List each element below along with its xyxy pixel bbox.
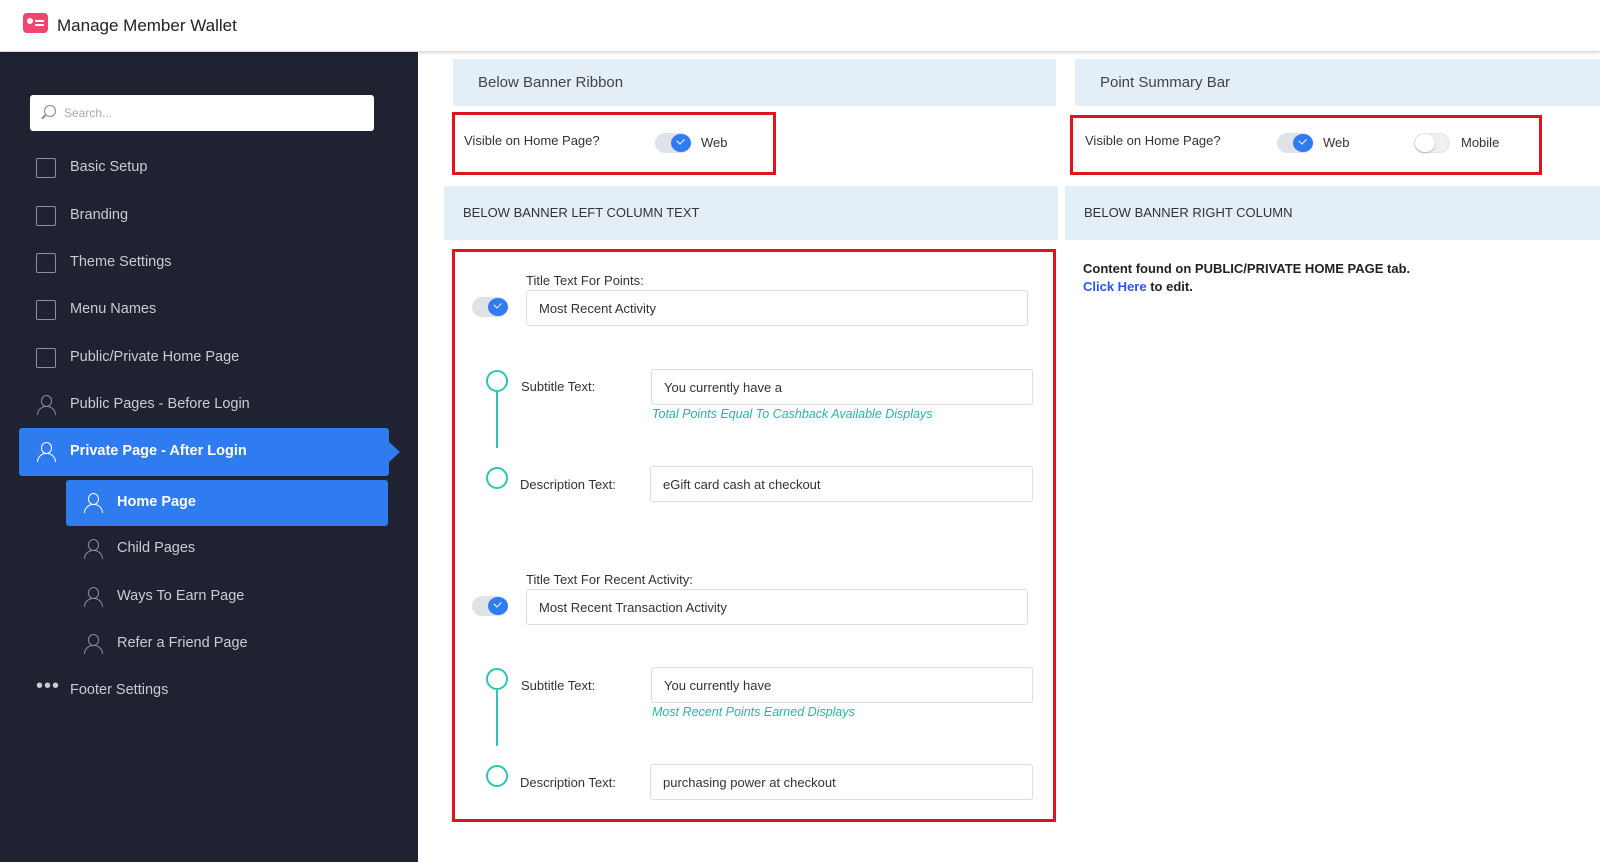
person-icon xyxy=(36,395,56,415)
sidebar-item-ways-to-earn[interactable]: Ways To Earn Page xyxy=(0,577,418,617)
visible-on-home-page-label: Visible on Home Page? xyxy=(1085,133,1221,148)
web-toggle[interactable] xyxy=(655,133,691,153)
description-label: Description Text: xyxy=(520,477,616,492)
sliders-icon xyxy=(36,158,56,178)
person-icon xyxy=(83,539,103,559)
sidebar-item-basic-setup[interactable]: Basic Setup xyxy=(0,148,418,188)
subtitle-label: Subtitle Text: xyxy=(521,678,596,693)
search-icon xyxy=(44,105,56,117)
description-label: Description Text: xyxy=(520,775,616,790)
sidebar-item-child-pages[interactable]: Child Pages xyxy=(0,529,418,569)
person-icon xyxy=(83,587,103,607)
top-bar: Manage Member Wallet xyxy=(0,0,1600,52)
description-input[interactable]: eGift card cash at checkout xyxy=(650,466,1033,502)
toggle-knob xyxy=(1415,134,1435,152)
subtitle-label: Subtitle Text: xyxy=(521,379,596,394)
sidebar-item-label: Private Page - After Login xyxy=(70,443,247,459)
sidebar-item-footer-settings[interactable]: ••• Footer Settings xyxy=(0,671,418,711)
sidebar-item-public-private-home-page[interactable]: Public/Private Home Page xyxy=(0,338,418,378)
visible-on-home-page-label: Visible on Home Page? xyxy=(464,133,600,148)
sidebar-item-refer-a-friend[interactable]: Refer a Friend Page xyxy=(0,624,418,664)
title-recent-toggle[interactable] xyxy=(472,596,508,616)
frame-icon xyxy=(36,206,56,226)
section-title: BELOW BANNER LEFT COLUMN TEXT xyxy=(463,205,700,220)
search-input[interactable] xyxy=(64,95,364,131)
timeline-node xyxy=(486,370,508,392)
title-points-label: Title Text For Points: xyxy=(526,273,644,288)
title-recent-input[interactable]: Most Recent Transaction Activity xyxy=(526,589,1028,625)
description-input[interactable]: purchasing power at checkout xyxy=(650,764,1033,800)
sidebar-item-label: Basic Setup xyxy=(70,159,148,175)
section-title: BELOW BANNER RIGHT COLUMN xyxy=(1084,205,1293,220)
sidebar-item-menu-names[interactable]: Menu Names xyxy=(0,290,418,330)
subtitle-input[interactable]: You currently have xyxy=(651,667,1033,703)
sidebar-item-label: Child Pages xyxy=(117,540,196,556)
check-icon xyxy=(671,134,691,152)
sidebar-item-label: Menu Names xyxy=(70,301,157,317)
timeline-node xyxy=(486,467,508,489)
timeline-node xyxy=(486,668,508,690)
web-toggle[interactable] xyxy=(1277,133,1313,153)
timeline-node xyxy=(486,765,508,787)
sidebar-item-public-pages[interactable]: Public Pages - Before Login xyxy=(0,385,418,425)
person-icon xyxy=(83,493,103,513)
timeline-connector xyxy=(496,392,498,448)
title-points-input[interactable]: Most Recent Activity xyxy=(526,290,1028,326)
web-label: Web xyxy=(1323,135,1350,150)
search-box[interactable] xyxy=(30,95,374,131)
check-icon xyxy=(488,298,508,316)
mobile-toggle[interactable] xyxy=(1414,133,1450,153)
right-column-content-text: Content found on PUBLIC/PRIVATE HOME PAG… xyxy=(1083,261,1411,276)
person-icon xyxy=(36,442,56,462)
more-dots-icon: ••• xyxy=(36,675,61,697)
sidebar-item-label: Public Pages - Before Login xyxy=(70,396,250,412)
section-title: Below Banner Ribbon xyxy=(478,74,624,91)
below-banner-ribbon-header: Below Banner Ribbon xyxy=(453,59,1056,106)
timeline-connector xyxy=(496,690,498,746)
sidebar-item-theme-settings[interactable]: Theme Settings xyxy=(0,243,418,283)
mobile-label: Mobile xyxy=(1461,135,1500,150)
laptop-icon xyxy=(36,253,56,273)
sidebar-item-label: Home Page xyxy=(117,494,196,510)
sidebar-item-label: Public/Private Home Page xyxy=(70,349,240,365)
right-column-header: BELOW BANNER RIGHT COLUMN xyxy=(1065,186,1600,240)
click-here-link[interactable]: Click Here xyxy=(1083,279,1147,294)
sidebar-item-label: Refer a Friend Page xyxy=(117,635,248,651)
sidebar-item-label: Ways To Earn Page xyxy=(117,588,245,604)
subtitle-hint: Most Recent Points Earned Displays xyxy=(652,705,855,719)
sidebar-item-home-page[interactable]: Home Page xyxy=(66,480,388,526)
page-title: Manage Member Wallet xyxy=(57,16,237,35)
sidebar-item-label: Theme Settings xyxy=(70,254,172,270)
title-recent-label: Title Text For Recent Activity: xyxy=(526,572,693,587)
check-icon xyxy=(1293,134,1313,152)
sidebar-item-label: Footer Settings xyxy=(70,682,169,698)
left-column-header: BELOW BANNER LEFT COLUMN TEXT xyxy=(444,186,1058,240)
point-summary-bar-header: Point Summary Bar xyxy=(1075,59,1600,106)
wallet-card-icon xyxy=(23,13,48,33)
sidebar-item-label: Branding xyxy=(70,207,129,223)
edit-suffix: to edit. xyxy=(1146,279,1193,294)
sliders-icon xyxy=(36,348,56,368)
frame-icon xyxy=(36,300,56,320)
section-title: Point Summary Bar xyxy=(1100,74,1231,91)
sidebar-item-private-page[interactable]: Private Page - After Login xyxy=(19,428,400,476)
subtitle-input[interactable]: You currently have a xyxy=(651,369,1033,405)
sidebar-item-branding[interactable]: Branding xyxy=(0,196,418,236)
highlight-box xyxy=(452,249,1056,822)
subtitle-hint: Total Points Equal To Cashback Available… xyxy=(652,407,933,421)
right-column-edit-line: Click Here to edit. xyxy=(1083,279,1193,294)
check-icon xyxy=(488,597,508,615)
sidebar: Basic Setup Branding Theme Settings Menu… xyxy=(0,52,418,862)
person-icon xyxy=(83,634,103,654)
web-label: Web xyxy=(701,135,728,150)
title-points-toggle[interactable] xyxy=(472,297,508,317)
